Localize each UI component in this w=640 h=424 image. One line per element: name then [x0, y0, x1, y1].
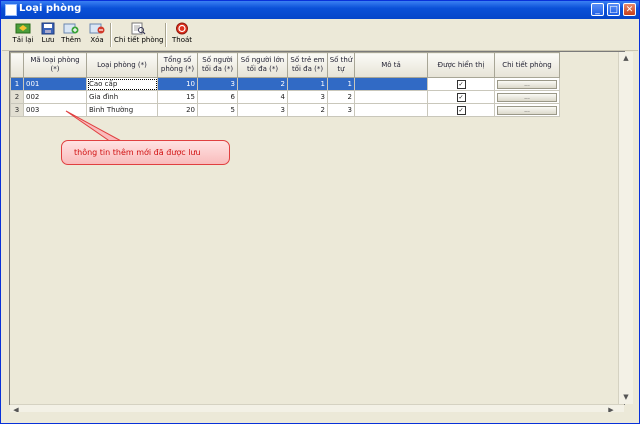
- title-bar[interactable]: Loại phòng _ □ ✕: [1, 1, 639, 19]
- cell-max-adults[interactable]: 3: [237, 103, 288, 117]
- row-header[interactable]: 2: [10, 90, 24, 104]
- add-icon: [63, 23, 79, 34]
- refresh-icon: [15, 23, 31, 34]
- room-detail-row-button[interactable]: ...: [497, 92, 557, 102]
- column-header-type[interactable]: Loại phòng (*): [86, 52, 158, 78]
- visible-checkbox[interactable]: ✓: [456, 105, 466, 115]
- maximize-button[interactable]: □: [607, 3, 620, 16]
- toolbar: Tải lại Lưu Thêm Xóa Chi tiết phòng Thoá…: [2, 20, 638, 51]
- cell-detail[interactable]: ...: [494, 90, 560, 104]
- grid-header-row: Mã loại phòng (*) Loại phòng (*) Tổng số…: [10, 52, 560, 78]
- cell-max-adults[interactable]: 2: [237, 77, 288, 91]
- cell-order[interactable]: 2: [327, 90, 355, 104]
- cell-max-children[interactable]: 2: [287, 103, 328, 117]
- cell-max-people[interactable]: 6: [197, 90, 238, 104]
- minimize-button[interactable]: _: [591, 3, 604, 16]
- column-header-max-people[interactable]: Số người tối đa (*): [197, 52, 238, 78]
- column-header-order[interactable]: Số thứ tự: [327, 52, 355, 78]
- toolbar-separator: [110, 23, 112, 47]
- exit-button[interactable]: Thoát: [169, 22, 195, 48]
- cell-total[interactable]: 15: [157, 90, 198, 104]
- cell-detail[interactable]: ...: [494, 77, 560, 91]
- visible-checkbox[interactable]: ✓: [456, 92, 466, 102]
- column-header-visible[interactable]: Được hiển thị: [427, 52, 495, 78]
- toolbar-separator: [165, 23, 167, 47]
- column-header-max-adults[interactable]: Số người lớn tối đa (*): [237, 52, 288, 78]
- vertical-scrollbar[interactable]: ▲ ▼: [618, 52, 633, 404]
- scroll-up-icon[interactable]: ▲: [621, 53, 631, 63]
- cell-code[interactable]: 001: [23, 77, 87, 91]
- table-row[interactable]: 2 002 Gia đình 15 6 4 3 2 ✓ ...: [10, 90, 560, 104]
- cell-visible[interactable]: ✓: [427, 90, 495, 104]
- column-header-code[interactable]: Mã loại phòng (*): [23, 52, 87, 78]
- delete-icon: [89, 23, 105, 34]
- cell-order[interactable]: 1: [327, 77, 355, 91]
- cell-description[interactable]: [354, 103, 428, 117]
- room-detail-row-button[interactable]: ...: [497, 105, 557, 115]
- room-detail-button[interactable]: Chi tiết phòng: [114, 22, 164, 48]
- cell-visible[interactable]: ✓: [427, 103, 495, 117]
- exit-icon: [176, 22, 188, 35]
- delete-button[interactable]: Xóa: [86, 22, 108, 48]
- window-title: Loại phòng: [19, 3, 82, 14]
- cell-max-people[interactable]: 3: [197, 77, 238, 91]
- visible-checkbox[interactable]: ✓: [456, 79, 466, 89]
- cell-total[interactable]: 10: [157, 77, 198, 91]
- row-header[interactable]: 1: [10, 77, 24, 91]
- grid-table: Mã loại phòng (*) Loại phòng (*) Tổng số…: [10, 52, 560, 117]
- cell-max-children[interactable]: 1: [287, 77, 328, 91]
- column-header-total[interactable]: Tổng số phòng (*): [157, 52, 198, 78]
- add-button[interactable]: Thêm: [60, 22, 82, 48]
- column-header-description[interactable]: Mô tả: [354, 52, 428, 78]
- cell-visible[interactable]: ✓: [427, 77, 495, 91]
- reload-button[interactable]: Tải lại: [11, 22, 35, 48]
- cell-type[interactable]: Cao cấp: [86, 77, 158, 91]
- cell-detail[interactable]: ...: [494, 103, 560, 117]
- cell-total[interactable]: 20: [157, 103, 198, 117]
- column-header-detail[interactable]: Chi tiết phòng: [494, 52, 560, 78]
- save-notification-callout: thông tin thêm mới đã được lưu: [61, 140, 230, 165]
- room-detail-row-button[interactable]: ...: [497, 79, 557, 89]
- window-app-icon: [5, 4, 17, 16]
- cell-type[interactable]: Gia đình: [86, 90, 158, 104]
- cell-order[interactable]: 3: [327, 103, 355, 117]
- save-icon: [41, 22, 55, 35]
- cell-description[interactable]: [354, 90, 428, 104]
- column-header-max-children[interactable]: Số trẻ em tối đa (*): [287, 52, 328, 78]
- table-row[interactable]: 1 001 Cao cấp 10 3 2 1 1 ✓ ...: [10, 77, 560, 91]
- scroll-down-icon[interactable]: ▼: [621, 392, 631, 402]
- cell-max-people[interactable]: 5: [197, 103, 238, 117]
- room-type-grid[interactable]: Mã loại phòng (*) Loại phòng (*) Tổng số…: [9, 51, 633, 417]
- save-button[interactable]: Lưu: [38, 22, 58, 48]
- row-header-corner[interactable]: [10, 52, 24, 78]
- cell-max-adults[interactable]: 4: [237, 90, 288, 104]
- cell-max-children[interactable]: 3: [287, 90, 328, 104]
- row-header[interactable]: 3: [10, 103, 24, 117]
- app-window: Loại phòng _ □ ✕ Tải lại Lưu Thêm Xóa Ch…: [0, 0, 640, 424]
- cell-code[interactable]: 002: [23, 90, 87, 104]
- cell-description[interactable]: [354, 77, 428, 91]
- close-button[interactable]: ✕: [623, 3, 636, 16]
- status-bar: [2, 412, 638, 423]
- callout-text: thông tin thêm mới đã được lưu: [74, 148, 201, 157]
- detail-icon: [131, 22, 146, 35]
